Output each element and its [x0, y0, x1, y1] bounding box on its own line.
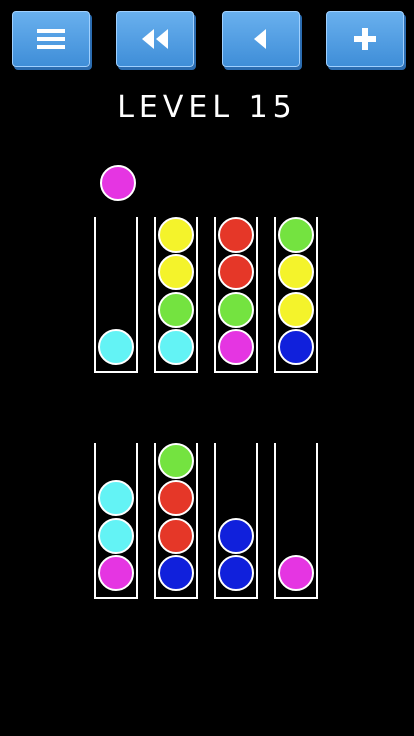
ball-cyan — [98, 329, 134, 365]
ball-yellow — [158, 254, 194, 290]
ball-green — [158, 291, 194, 328]
tube-1[interactable] — [94, 217, 138, 373]
held-ball — [100, 165, 136, 201]
ball-magenta — [278, 555, 314, 591]
menu-button[interactable] — [12, 11, 90, 67]
add-tube-button[interactable] — [326, 11, 404, 67]
tube-5[interactable] — [94, 443, 138, 599]
ball-cyan — [98, 480, 134, 516]
restart-button[interactable] — [116, 11, 194, 67]
ball-blue — [278, 329, 314, 365]
ball-yellow — [278, 291, 314, 328]
tube-6[interactable] — [154, 442, 198, 599]
tube-7[interactable] — [214, 443, 258, 599]
level-title: LEVEL 15 — [117, 90, 297, 125]
ball-red — [218, 254, 254, 290]
play-back-icon — [254, 29, 266, 49]
game-screen: LEVEL 15 — [0, 0, 414, 736]
ball-yellow — [278, 254, 314, 290]
ball-cyan — [98, 517, 134, 554]
undo-button[interactable] — [222, 11, 300, 67]
ball-red — [158, 480, 194, 516]
ball-blue — [218, 555, 254, 591]
tube-3[interactable] — [214, 216, 258, 373]
plus-icon — [354, 28, 376, 50]
ball-red — [218, 216, 254, 253]
ball-blue — [158, 555, 194, 591]
ball-cyan — [158, 329, 194, 365]
hamburger-icon — [37, 29, 65, 49]
ball-green — [158, 442, 194, 479]
ball-green — [218, 291, 254, 328]
tube-8[interactable] — [274, 443, 318, 599]
ball-yellow — [158, 216, 194, 253]
ball-red — [158, 517, 194, 554]
tube-2[interactable] — [154, 216, 198, 373]
ball-magenta — [98, 555, 134, 591]
ball-blue — [218, 517, 254, 554]
tube-4[interactable] — [274, 216, 318, 373]
ball-magenta — [218, 329, 254, 365]
ball-green — [278, 216, 314, 253]
double-rewind-icon — [142, 29, 168, 49]
